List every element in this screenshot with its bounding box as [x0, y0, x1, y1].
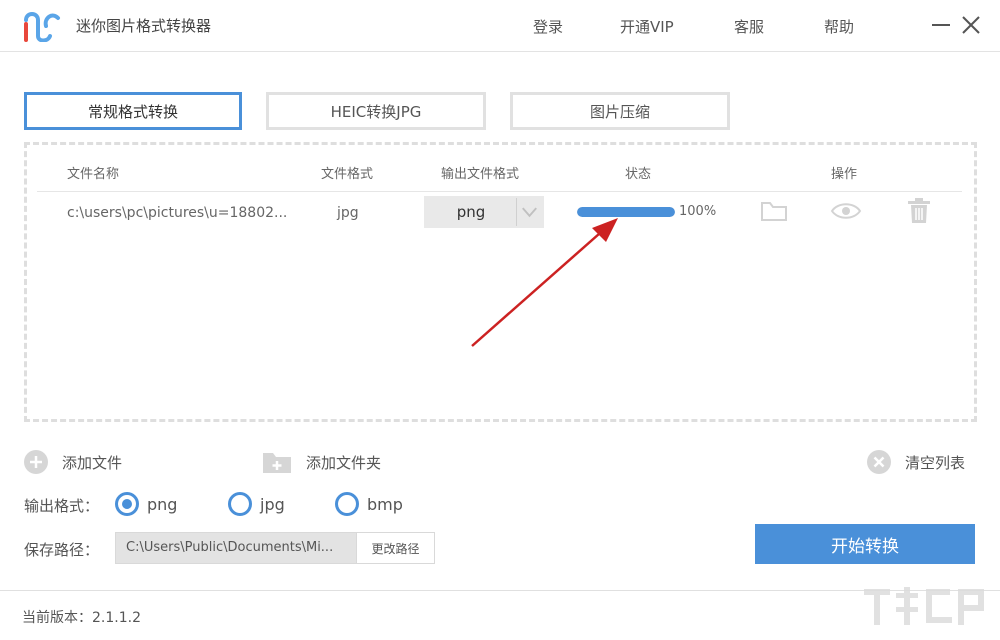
close-icon[interactable]	[960, 14, 982, 36]
header-operations: 操作	[831, 163, 857, 182]
header-file-format: 文件格式	[321, 163, 373, 182]
save-path-input[interactable]: C:\Users\Public\Documents\Mi...	[115, 532, 357, 564]
start-convert-button[interactable]: 开始转换	[755, 524, 975, 564]
header-file-name: 文件名称	[67, 163, 119, 182]
add-folder-label: 添加文件夹	[306, 452, 381, 473]
radio-png[interactable]: png	[115, 492, 177, 516]
output-format-label: 输出格式：	[24, 495, 99, 516]
tab-regular-convert[interactable]: 常规格式转换	[24, 92, 242, 130]
tab-heic-to-jpg[interactable]: HEIC转换JPG	[266, 92, 486, 130]
radio-png-label: png	[147, 495, 177, 514]
add-folder-icon	[262, 450, 292, 474]
clear-list-label: 清空列表	[905, 452, 965, 473]
delete-trash-icon[interactable]	[907, 198, 931, 224]
open-folder-icon[interactable]	[760, 200, 788, 222]
radio-jpg[interactable]: jpg	[228, 492, 285, 516]
radio-jpg-label: jpg	[260, 495, 285, 514]
file-name-cell: c:\users\pc\pictures\u=18802...	[67, 205, 287, 221]
radio-png-circle	[115, 492, 139, 516]
tab-image-compress[interactable]: 图片压缩	[510, 92, 730, 130]
help-link[interactable]: 帮助	[824, 16, 854, 37]
radio-bmp-circle	[335, 492, 359, 516]
radio-bmp[interactable]: bmp	[335, 492, 403, 516]
title-bar: 迷你图片格式转换器 登录 开通VIP 客服 帮助	[0, 0, 1000, 52]
clear-x-circle-icon	[867, 450, 891, 474]
add-file-button[interactable]: 添加文件	[24, 450, 122, 474]
plus-circle-icon	[24, 450, 48, 474]
app-logo-icon	[22, 10, 62, 42]
radio-bmp-label: bmp	[367, 495, 403, 514]
clear-list-button[interactable]: 清空列表	[867, 450, 965, 474]
watermark-logo-icon	[860, 583, 990, 635]
preview-eye-icon[interactable]	[830, 201, 862, 221]
login-link[interactable]: 登录	[533, 16, 563, 37]
minimize-icon[interactable]	[930, 14, 952, 36]
file-format-cell: jpg	[337, 205, 359, 221]
change-path-button[interactable]: 更改路径	[356, 532, 435, 564]
add-file-label: 添加文件	[62, 452, 122, 473]
add-folder-button[interactable]: 添加文件夹	[262, 450, 381, 474]
save-path-label: 保存路径：	[24, 539, 99, 560]
vip-link[interactable]: 开通VIP	[620, 16, 674, 37]
app-title: 迷你图片格式转换器	[76, 15, 211, 36]
annotation-arrow-icon	[460, 208, 630, 358]
service-link[interactable]: 客服	[734, 16, 764, 37]
version-text: 当前版本：2.1.1.2	[22, 607, 141, 627]
header-output-format: 输出文件格式	[441, 163, 519, 182]
radio-jpg-circle	[228, 492, 252, 516]
footer-bar: 当前版本：2.1.1.2	[0, 590, 1000, 640]
header-divider	[37, 191, 962, 192]
header-status: 状态	[625, 163, 651, 182]
progress-text: 100%	[679, 204, 716, 219]
